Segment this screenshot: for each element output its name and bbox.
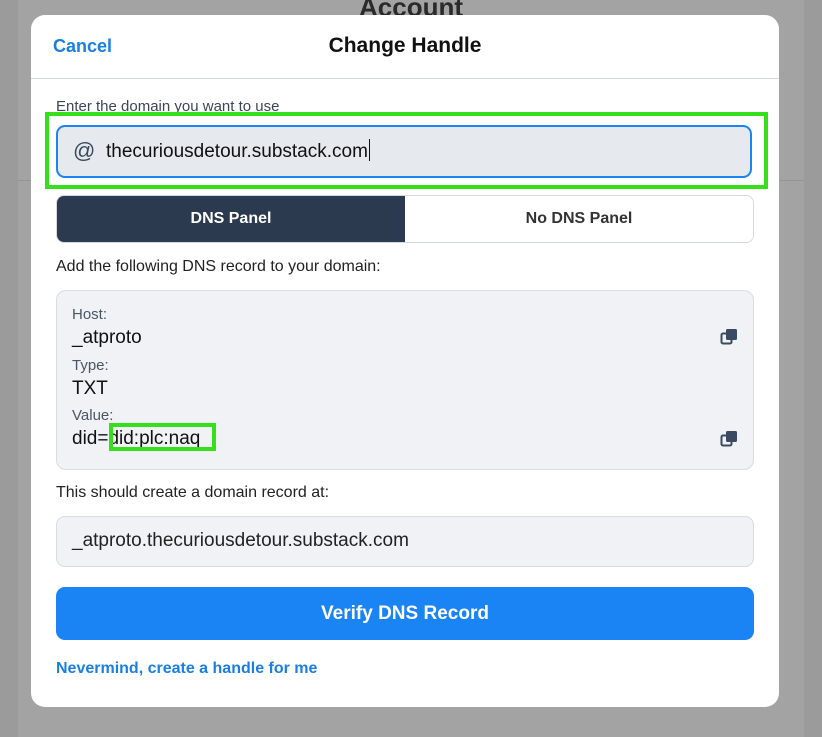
handle-input-value: thecuriousdetour.substack.com [106,141,368,162]
type-label: Type: [72,357,109,374]
dns-mode-toggle: DNS Panel No DNS Panel [56,195,754,243]
value-text: did=did:plc:naq [72,428,200,450]
verify-dns-record-button[interactable]: Verify DNS Record [56,587,754,640]
handle-input-field[interactable]: @ thecuriousdetour.substack.com [56,125,752,178]
value-prefix: did= [72,428,109,449]
domain-record-label: This should create a domain record at: [56,484,330,501]
at-icon: @ [73,138,96,163]
dialog-title: Change Handle [328,34,482,57]
handle-input[interactable]: thecuriousdetour.substack.com [106,139,370,163]
domain-record-value: _atproto.thecuriousdetour.substack.com [72,530,409,551]
host-label: Host: [72,306,108,323]
value-did: did:plc:naq [108,428,201,449]
tab-no-dns-panel[interactable]: No DNS Panel [405,196,753,242]
dialog-header: Cancel Change Handle [31,15,779,79]
dns-instruction-text: Add the following DNS record to your dom… [56,258,381,275]
change-handle-dialog: Cancel Change Handle Enter the domain yo… [31,15,779,707]
copy-host-icon[interactable] [720,328,738,346]
host-value: _atproto [72,327,142,348]
value-label: Value: [72,407,114,424]
tab-dns-panel[interactable]: DNS Panel [57,196,405,242]
dns-record-box: Host: _atproto Type: TXT Value: did=did:… [56,290,754,470]
type-value: TXT [72,378,108,399]
nevermind-link[interactable]: Nevermind, create a handle for me [56,660,317,678]
copy-value-icon[interactable] [720,430,738,448]
domain-field-label: Enter the domain you want to use [56,98,280,115]
domain-record-box: _atproto.thecuriousdetour.substack.com [56,516,754,567]
text-caret [368,139,370,161]
